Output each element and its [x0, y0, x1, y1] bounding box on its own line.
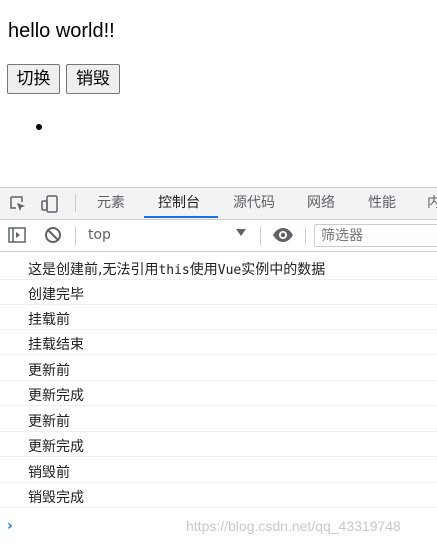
tab-more[interactable]: 内 — [427, 188, 437, 219]
destroy-button[interactable]: 销毁 — [66, 64, 120, 94]
console-message-text: 创建完毕 — [28, 287, 84, 303]
switch-button[interactable]: 切换 — [7, 64, 60, 94]
tab-network[interactable]: 网络 — [307, 188, 335, 219]
tab-console[interactable]: 控制台 — [158, 188, 200, 219]
console-message: 销毁完成 — [0, 483, 437, 508]
console-message-text: 更新前 — [28, 363, 70, 379]
console-message-text: 更新完成 — [28, 439, 84, 455]
clear-console-icon[interactable] — [43, 225, 63, 245]
active-tab-indicator — [144, 216, 218, 218]
rendered-page: hello world!! 切换 销毁 — [0, 0, 437, 187]
devtools-panel: 元素 控制台 源代码 网络 性能 内 top 筛选器 这是创建前,无法引用thi… — [0, 187, 437, 549]
console-message-text: 更新完成 — [28, 388, 84, 404]
tabbar-divider — [75, 194, 76, 212]
list-bullet — [36, 124, 42, 130]
hello-heading: hello world!! — [8, 20, 115, 42]
inspect-element-icon[interactable] — [8, 194, 28, 214]
console-toolbar: top — [0, 220, 437, 252]
console-message: 这是创建前,无法引用this使用Vue实例中的数据 — [0, 255, 437, 280]
watermark: https://blog.csdn.net/qq_43319748 — [186, 518, 401, 534]
prompt-chevron-icon[interactable]: › — [7, 518, 13, 534]
console-message-text: 挂载结束 — [28, 337, 84, 353]
live-expression-eye-icon[interactable] — [272, 225, 293, 245]
context-value: top — [88, 227, 111, 243]
console-message-text: 销毁前 — [28, 465, 70, 481]
console-message: 更新完成 — [0, 381, 437, 406]
tab-performance[interactable]: 性能 — [368, 188, 396, 219]
console-output: 这是创建前,无法引用this使用Vue实例中的数据 创建完毕 挂载前 挂载结束 … — [0, 252, 437, 549]
filter-input[interactable] — [314, 224, 437, 247]
console-message: 创建完毕 — [0, 280, 437, 305]
console-message-text: 更新前 — [28, 414, 70, 430]
tab-sources[interactable]: 源代码 — [233, 188, 275, 219]
device-toolbar-icon[interactable] — [40, 194, 60, 214]
console-message: 更新前 — [0, 356, 437, 381]
toolbar-divider-2 — [260, 227, 261, 245]
console-message: 更新前 — [0, 407, 437, 432]
dropdown-arrow-icon — [236, 229, 246, 236]
sidebar-toggle-icon[interactable] — [7, 225, 27, 245]
console-message: 销毁前 — [0, 458, 437, 483]
toolbar-divider-3 — [305, 227, 306, 245]
console-message-text: 销毁完成 — [28, 490, 84, 506]
console-message: 挂载前 — [0, 305, 437, 330]
devtools-tabbar: 元素 控制台 源代码 网络 性能 内 — [0, 188, 437, 220]
context-selector[interactable]: top — [80, 224, 252, 246]
console-message: 更新完成 — [0, 432, 437, 457]
console-message: 挂载结束 — [0, 330, 437, 355]
console-message-text: 挂载前 — [28, 312, 70, 328]
toolbar-divider — [75, 227, 76, 245]
console-message-text: 这是创建前,无法引用this使用Vue实例中的数据 — [28, 262, 326, 278]
tab-elements[interactable]: 元素 — [97, 188, 125, 219]
